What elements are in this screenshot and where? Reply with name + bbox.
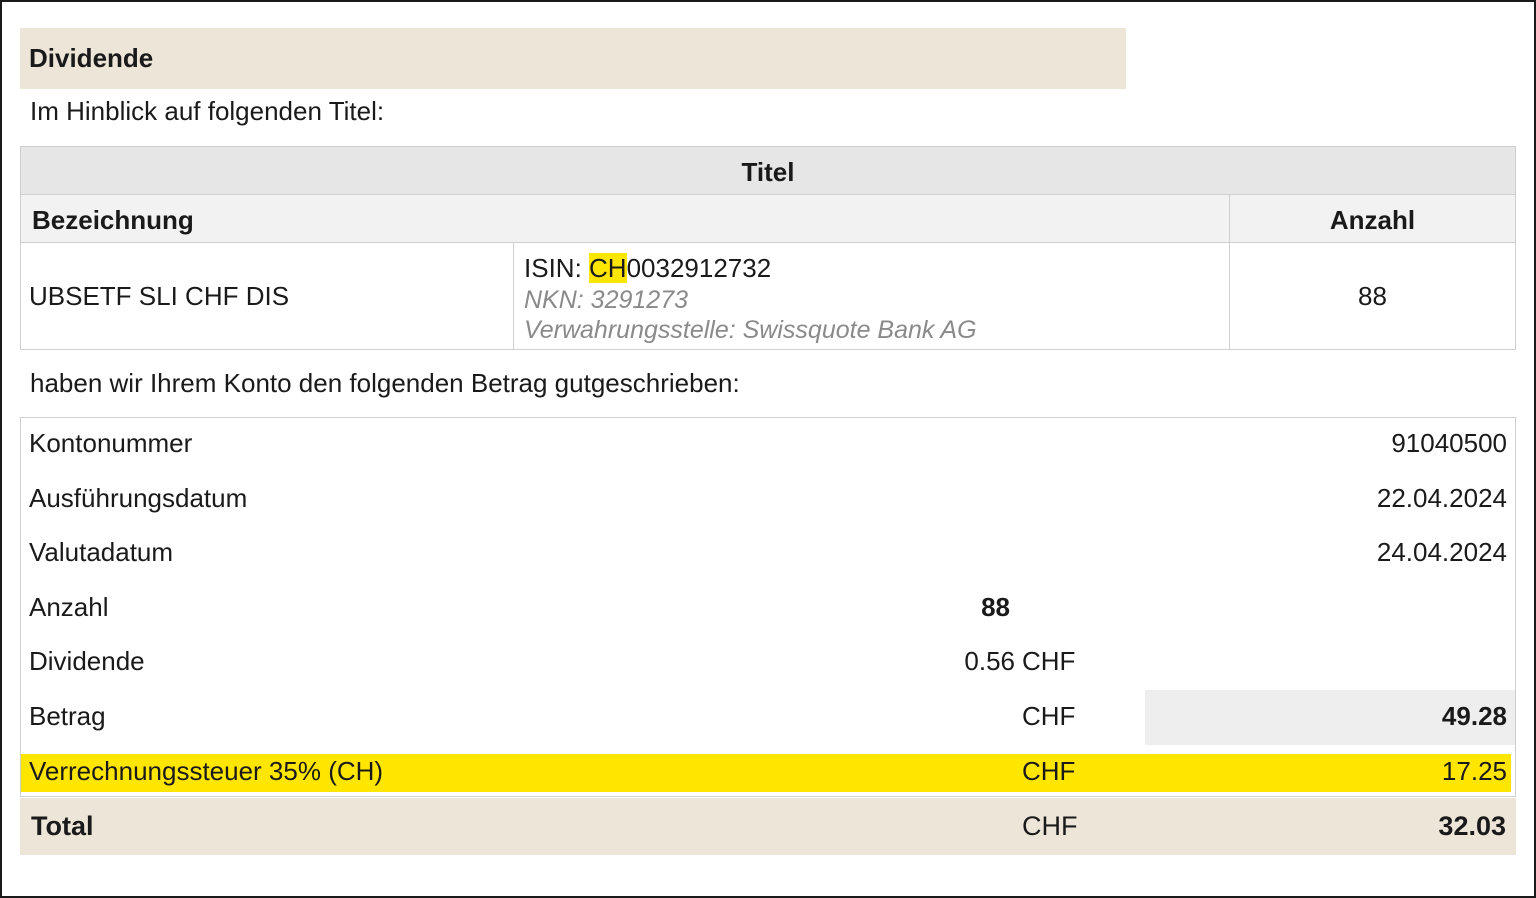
isin-line: ISIN: CH0032912732 [524,253,771,284]
dividende-label: Dividende [29,646,145,676]
security-name: UBSETF SLI CHF DIS [29,281,290,311]
section-header: Dividende [20,28,1126,89]
column-header-bezeichnung-label: Bezeichnung [32,205,194,235]
betrag-value: 49.28 [1441,701,1507,731]
isin-country-highlight: CH [589,253,627,283]
titel-header-label: Titel [741,157,795,187]
security-identifiers-cell: ISIN: CH0032912732 NKN: 3291273 Verwahru… [514,243,1230,349]
total-value: 32.03 [1438,811,1506,841]
security-count-cell: 88 [1230,243,1515,349]
valutadatum-value: 24.04.2024 [1376,537,1507,567]
ausfuehrungsdatum-value: 22.04.2024 [1376,483,1507,513]
row-anzahl: Anzahl 88 [21,586,1515,626]
dividende-currency: CHF [1022,646,1076,676]
intro-text: Im Hinblick auf folgenden Titel: [30,96,385,126]
titel-table-header: Titel [21,147,1515,195]
verrechnungssteuer-currency: CHF [1022,756,1076,786]
total-currency: CHF [1022,811,1078,841]
security-count: 88 [1358,281,1387,311]
kontonummer-label: Kontonummer [29,428,193,458]
row-dividende: Dividende 0.56 CHF [21,640,1515,680]
row-kontonummer: Kontonummer 91040500 [21,422,1515,462]
valutadatum-label: Valutadatum [29,537,174,567]
credit-text: haben wir Ihrem Konto den folgenden Betr… [30,368,740,398]
isin-label: ISIN: [524,253,590,283]
column-header-anzahl: Anzahl [1230,195,1515,243]
amount-table: Kontonummer 91040500 Ausführungsdatum 22… [20,417,1516,797]
anzahl-qty: 88 [981,592,1010,622]
titel-table: Titel Bezeichnung Anzahl UBSETF SLI CHF … [20,146,1516,350]
section-title: Dividende [29,43,154,73]
kontonummer-value: 91040500 [1391,428,1507,458]
column-header-anzahl-label: Anzahl [1329,205,1416,235]
verrechnungssteuer-value: 17.25 [1441,756,1507,786]
security-name-cell: UBSETF SLI CHF DIS [21,243,514,349]
dividende-qty: 0.56 [964,646,1015,676]
row-betrag: Betrag CHF 49.28 [21,695,1515,735]
row-verrechnungssteuer: Verrechnungssteuer 35% (CH) CHF 17.25 [21,750,1515,790]
total-row: Total CHF 32.03 [20,798,1516,855]
isin-number: 0032912732 [626,253,772,283]
row-valutadatum: Valutadatum 24.04.2024 [21,531,1515,571]
total-label: Total [31,811,94,841]
verrechnungssteuer-label: Verrechnungssteuer 35% (CH) [29,756,384,786]
row-ausfuehrungsdatum: Ausführungsdatum 22.04.2024 [21,477,1515,517]
anzahl-label: Anzahl [29,592,109,622]
verwahrungsstelle-text: Verwahrungsstelle: Swissquote Bank AG [524,316,977,344]
column-header-bezeichnung: Bezeichnung [21,195,1230,243]
betrag-currency: CHF [1022,701,1076,731]
nkn-text: NKN: 3291273 [524,286,689,314]
betrag-label: Betrag [29,701,106,731]
ausfuehrungsdatum-label: Ausführungsdatum [29,483,248,513]
